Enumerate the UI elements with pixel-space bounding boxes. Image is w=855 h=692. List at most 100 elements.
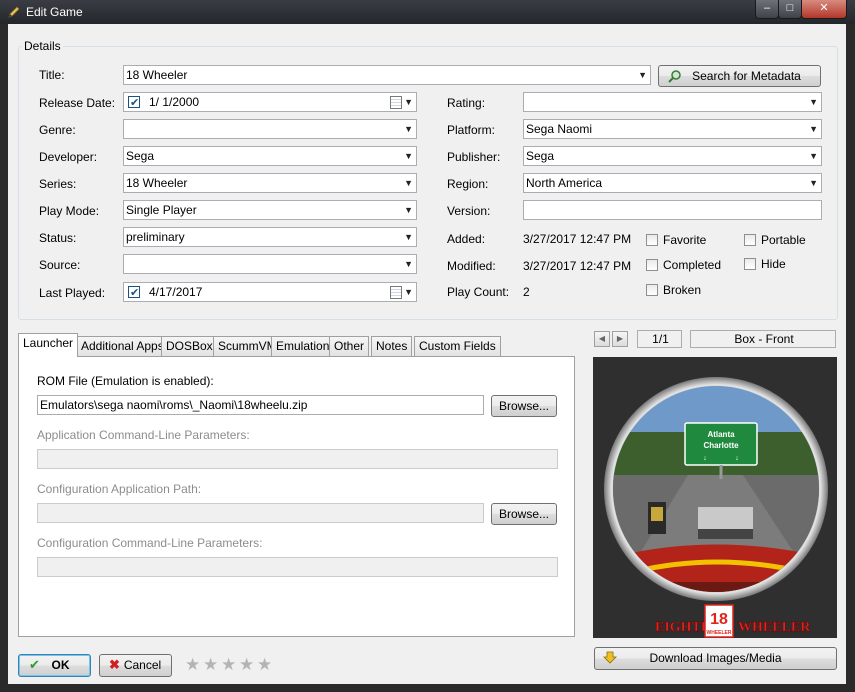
series-combo[interactable]: 18 Wheeler ▼ — [123, 173, 417, 193]
prev-image-button[interactable]: ◀ — [594, 331, 610, 347]
platform-label: Platform: — [447, 123, 496, 137]
developer-value: Sega — [126, 149, 155, 163]
rom-browse-button[interactable]: Browse... — [491, 395, 557, 417]
release-date-label: Release Date: — [39, 96, 116, 110]
title-label: Title: — [39, 68, 65, 82]
chevron-down-icon: ▼ — [404, 97, 413, 107]
download-media-button[interactable]: Download Images/Media — [594, 647, 837, 670]
app-params-input[interactable] — [37, 449, 558, 469]
ok-button[interactable]: ✔ OK — [18, 654, 91, 677]
search-metadata-label: Search for Metadata — [692, 69, 801, 83]
pencil-icon — [8, 6, 20, 18]
chevron-down-icon: ▼ — [638, 70, 647, 80]
completed-checkbox[interactable] — [646, 259, 658, 271]
series-value: 18 Wheeler — [126, 176, 188, 190]
download-media-label: Download Images/Media — [649, 651, 782, 665]
tab-emulation[interactable]: Emulation — [271, 336, 335, 356]
status-combo[interactable]: preliminary ▼ — [123, 227, 417, 247]
last-played-checkbox[interactable] — [128, 284, 140, 301]
search-metadata-button[interactable]: Search for Metadata — [658, 65, 821, 87]
tab-custom-fields[interactable]: Custom Fields — [414, 336, 501, 356]
hide-label: Hide — [761, 257, 786, 271]
chevron-down-icon: ▼ — [809, 124, 818, 134]
logo-number: 18 — [710, 611, 728, 628]
tab-launcher[interactable]: Launcher — [18, 333, 79, 357]
broken-label: Broken — [663, 283, 702, 297]
chevron-down-icon: ▼ — [404, 287, 413, 297]
calendar-icon[interactable] — [390, 286, 402, 299]
rating-combo[interactable]: ▼ — [523, 92, 822, 112]
config-params-label: Configuration Command-Line Parameters: — [37, 536, 263, 550]
box-art-panel: Atlanta Charlotte ↓ ↓ EIGHTEEN 18 WHEELE… — [593, 357, 837, 638]
tab-dosbox[interactable]: DOSBox — [161, 336, 218, 356]
play-mode-label: Play Mode: — [39, 204, 100, 218]
minimize-button[interactable]: – — [755, 0, 779, 19]
config-path-input[interactable] — [37, 503, 484, 523]
release-date-checkbox[interactable] — [128, 94, 140, 111]
source-combo[interactable]: ▼ — [123, 254, 417, 274]
favorite-checkbox[interactable] — [646, 234, 658, 246]
maximize-button[interactable]: □ — [778, 0, 802, 19]
play-count-label: Play Count: — [447, 285, 510, 299]
logo-small-text: WHEELER — [707, 630, 732, 636]
version-input[interactable] — [523, 200, 822, 220]
hide-checkbox[interactable] — [744, 258, 756, 270]
platform-combo[interactable]: Sega Naomi ▼ — [523, 119, 822, 139]
developer-label: Developer: — [39, 150, 98, 164]
release-date-picker[interactable]: 1/ 1/2000 ▼ — [123, 92, 417, 112]
last-played-label: Last Played: — [39, 286, 106, 300]
last-played-picker[interactable]: 4/17/2017 ▼ — [123, 282, 417, 302]
checkmark-icon: ✔ — [29, 657, 40, 672]
image-counter: 1/1 — [637, 330, 682, 348]
magnifier-icon — [668, 70, 681, 83]
app-params-label: Application Command-Line Parameters: — [37, 428, 250, 442]
favorite-label: Favorite — [663, 233, 707, 247]
cancel-button[interactable]: ✖ Cancel — [99, 654, 172, 677]
title-value: 18 Wheeler — [126, 68, 188, 82]
star-icon[interactable]: ★ — [185, 655, 200, 675]
status-value: preliminary — [126, 230, 185, 244]
star-icon[interactable]: ★ — [239, 655, 254, 675]
title-combo[interactable]: 18 Wheeler ▼ — [123, 65, 651, 85]
chevron-down-icon: ▼ — [809, 151, 818, 161]
close-button[interactable]: ✕ — [801, 0, 847, 19]
next-image-button[interactable]: ▶ — [612, 331, 628, 347]
config-browse-button[interactable]: Browse... — [491, 503, 557, 525]
platform-value: Sega Naomi — [526, 122, 593, 136]
play-mode-value: Single Player — [126, 203, 197, 217]
broken-checkbox[interactable] — [646, 284, 658, 296]
play-mode-combo[interactable]: Single Player ▼ — [123, 200, 417, 220]
rom-file-label: ROM File (Emulation is enabled): — [37, 374, 214, 388]
chevron-down-icon: ▼ — [404, 205, 413, 215]
svg-text:↓: ↓ — [735, 455, 739, 462]
chevron-down-icon: ▼ — [404, 259, 413, 269]
cancel-x-icon: ✖ — [109, 657, 120, 672]
developer-combo[interactable]: Sega ▼ — [123, 146, 417, 166]
genre-combo[interactable]: ▼ — [123, 119, 417, 139]
config-params-input[interactable] — [37, 557, 558, 577]
chevron-down-icon: ▼ — [404, 232, 413, 242]
rom-file-input[interactable]: Emulators\sega naomi\roms\_Naomi\18wheel… — [37, 395, 484, 415]
region-label: Region: — [447, 177, 489, 191]
chevron-down-icon: ▼ — [809, 178, 818, 188]
portable-checkbox[interactable] — [744, 234, 756, 246]
title-bar[interactable]: Edit Game – □ ✕ — [0, 0, 855, 24]
tab-other[interactable]: Other — [329, 336, 370, 356]
added-value: 3/27/2017 12:47 PM — [523, 232, 632, 246]
config-path-label: Configuration Application Path: — [37, 482, 202, 496]
star-icon[interactable]: ★ — [221, 655, 236, 675]
genre-label: Genre: — [39, 123, 76, 137]
star-icon[interactable]: ★ — [203, 655, 218, 675]
calendar-icon[interactable] — [390, 96, 402, 109]
tab-notes[interactable]: Notes — [371, 336, 413, 356]
status-label: Status: — [39, 231, 77, 245]
window-frame-bottom — [0, 684, 855, 692]
box-art-image: Atlanta Charlotte ↓ ↓ EIGHTEEN 18 WHEELE… — [604, 377, 828, 638]
star-icon[interactable]: ★ — [257, 655, 272, 675]
region-combo[interactable]: North America ▼ — [523, 173, 822, 193]
publisher-combo[interactable]: Sega ▼ — [523, 146, 822, 166]
publisher-value: Sega — [526, 149, 555, 163]
added-label: Added: — [447, 232, 486, 246]
play-count-value: 2 — [523, 285, 530, 299]
tab-additional-apps[interactable]: Additional Apps — [76, 336, 169, 356]
